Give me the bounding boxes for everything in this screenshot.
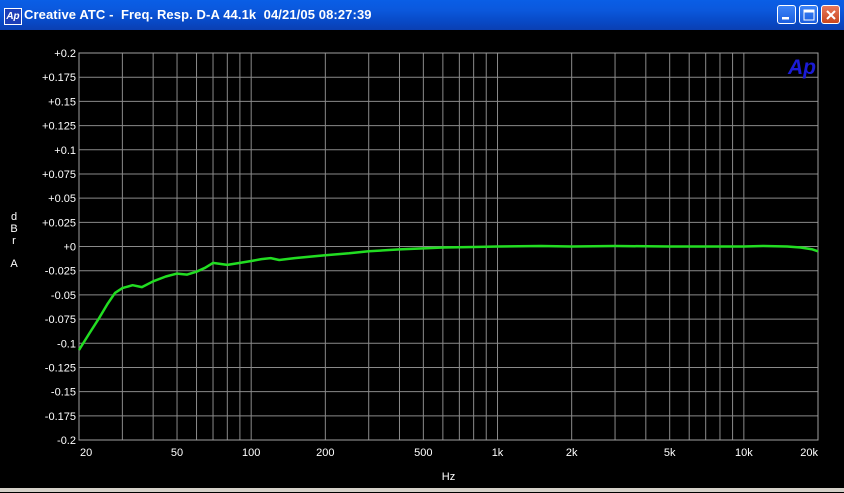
x-tick-label: 50 [171, 447, 183, 459]
x-tick-label: 10k [735, 447, 753, 459]
close-button[interactable] [821, 5, 840, 24]
minimize-icon [782, 17, 789, 20]
maximize-button[interactable] [799, 5, 818, 24]
x-tick-label: 200 [316, 447, 334, 459]
window-title: Creative ATC - Freq. Resp. D-A 44.1k 04/… [24, 7, 372, 22]
response-curve-line [77, 244, 819, 351]
y-tick-label: +0.175 [42, 72, 76, 84]
bottom-frame [0, 488, 844, 492]
plot-area: +0.2 +0.175 +0.15 +0.125 +0.1 +0.075 +0.05 +0.0… [0, 30, 844, 488]
y-tick-label: -0.1 [57, 338, 76, 350]
y-tick-label: -0.2 [57, 435, 76, 447]
y-tick-label: +0.05 [48, 193, 76, 205]
x-tick-label: 5k [664, 447, 676, 459]
title-bar[interactable]: Ap Creative ATC - Freq. Resp. D-A 44.1k … [0, 0, 844, 30]
y-tick-label: +0.1 [54, 145, 76, 157]
y-tick-label: -0.05 [51, 290, 76, 302]
x-tick-label: 2k [566, 447, 578, 459]
close-icon [826, 10, 836, 20]
x-axis-label: Hz [442, 471, 455, 483]
x-tick-label: 500 [414, 447, 432, 459]
ap-logo: Ap [787, 56, 816, 79]
y-tick-label: -0.15 [51, 387, 76, 399]
x-tick-label: 20 [80, 447, 92, 459]
y-tick-label: +0.025 [42, 217, 76, 229]
y-tick-label: +0 [63, 242, 76, 254]
y-tick-label: -0.075 [45, 314, 76, 326]
chart-svg: +0.2 +0.175 +0.15 +0.125 +0.1 +0.075 +0.05 +0.0… [10, 48, 819, 483]
y-tick-label: -0.125 [45, 362, 76, 374]
maximize-icon [803, 9, 815, 21]
y-tick-label: +0.15 [48, 96, 76, 108]
x-tick-label: 100 [242, 447, 260, 459]
frequency-response-chart: +0.2 +0.175 +0.15 +0.125 +0.1 +0.075 +0.05 +0.0… [0, 30, 844, 493]
y-axis-label: dBr A [10, 211, 18, 270]
y-tick-label: -0.025 [45, 266, 76, 278]
y-tick-label: +0.2 [54, 48, 76, 60]
y-tick-label: -0.175 [45, 411, 76, 423]
app-icon[interactable]: Ap [4, 8, 22, 25]
y-tick-label: +0.125 [42, 121, 76, 133]
x-tick-label: 1k [492, 447, 504, 459]
minimize-button[interactable] [777, 5, 796, 24]
y-tick-label: +0.075 [42, 169, 76, 181]
x-tick-label: 20k [800, 447, 818, 459]
